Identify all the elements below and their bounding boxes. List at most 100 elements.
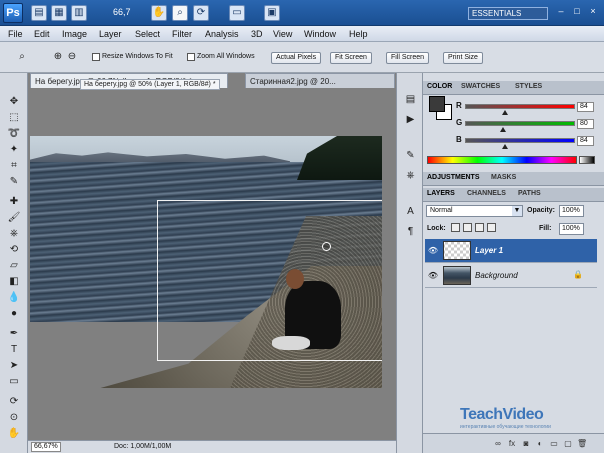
- tab-paths[interactable]: PATHS: [518, 190, 541, 197]
- healing-brush-tool-icon[interactable]: ✚: [6, 195, 22, 209]
- tab-layers[interactable]: LAYERS: [427, 190, 455, 197]
- lock-position-icon[interactable]: [475, 223, 484, 232]
- blue-slider-thumb[interactable]: [502, 144, 508, 149]
- menu-3d[interactable]: 3D: [251, 29, 263, 39]
- tab-channels[interactable]: CHANNELS: [467, 190, 506, 197]
- maximize-button[interactable]: □: [572, 6, 582, 16]
- character-panel-icon[interactable]: A: [403, 205, 418, 219]
- actual-pixels-button[interactable]: Actual Pixels: [271, 52, 322, 64]
- eye-icon[interactable]: 👁: [427, 270, 439, 282]
- status-zoom-field[interactable]: 66,67%: [31, 442, 61, 452]
- lock-all-icon[interactable]: [487, 223, 496, 232]
- menu-help[interactable]: Help: [349, 29, 368, 39]
- rotate-view-icon[interactable]: ⟳: [193, 5, 209, 21]
- delete-layer-icon[interactable]: 🗑: [577, 439, 587, 449]
- tab-color[interactable]: COLOR: [427, 83, 452, 90]
- brush-tool-icon[interactable]: 🖌: [6, 211, 22, 225]
- arrange-documents-icon[interactable]: ▭: [229, 5, 245, 21]
- menu-window[interactable]: Window: [304, 29, 336, 39]
- minimize-button[interactable]: –: [556, 6, 566, 16]
- screen-mode-icon[interactable]: ▣: [264, 5, 280, 21]
- clone-source-panel-icon[interactable]: ⎈: [403, 169, 418, 183]
- layer-style-icon[interactable]: fx: [507, 439, 517, 449]
- close-button[interactable]: ×: [588, 6, 598, 16]
- layer-row-layer-1[interactable]: 👁 Layer 1: [425, 239, 597, 263]
- pen-tool-icon[interactable]: ✒: [6, 327, 22, 341]
- zoom-all-windows-checkbox[interactable]: [187, 53, 195, 61]
- menu-layer[interactable]: Layer: [99, 29, 122, 39]
- menu-file[interactable]: File: [8, 29, 23, 39]
- foreground-color-swatch[interactable]: [429, 96, 445, 112]
- opacity-field[interactable]: 100%: [559, 205, 584, 217]
- lock-transparent-icon[interactable]: [451, 223, 460, 232]
- chevron-down-icon[interactable]: ▼: [512, 206, 522, 216]
- blend-mode-select[interactable]: Normal: [426, 205, 523, 217]
- eye-icon[interactable]: 👁: [427, 245, 439, 257]
- view-extras-icon[interactable]: ▥: [71, 5, 87, 21]
- zoom-tool-icon[interactable]: ⌕: [172, 5, 188, 21]
- dodge-tool-icon[interactable]: ●: [6, 307, 22, 321]
- lock-image-icon[interactable]: [463, 223, 472, 232]
- crop-tool-icon[interactable]: ⌗: [6, 159, 22, 173]
- blue-value-field[interactable]: 84: [577, 136, 594, 146]
- resize-windows-checkbox[interactable]: [92, 53, 100, 61]
- green-slider-thumb[interactable]: [500, 127, 506, 132]
- adjustment-layer-icon[interactable]: ◐: [535, 439, 545, 449]
- fill-screen-button[interactable]: Fill Screen: [386, 52, 430, 64]
- minibridge-icon[interactable]: ▦: [51, 5, 67, 21]
- new-layer-icon[interactable]: ▢: [563, 439, 573, 449]
- blur-tool-icon[interactable]: 💧: [6, 291, 22, 305]
- actions-panel-icon[interactable]: ▶: [403, 113, 418, 127]
- gradient-tool-icon[interactable]: ◧: [6, 275, 22, 289]
- move-tool-icon[interactable]: ✥: [6, 95, 22, 109]
- color-spectrum-bar[interactable]: [427, 156, 577, 164]
- image-canvas[interactable]: [30, 136, 382, 388]
- menu-select[interactable]: Select: [135, 29, 160, 39]
- workspace-switcher[interactable]: ESSENTIALS: [468, 7, 548, 20]
- type-tool-icon[interactable]: T: [6, 343, 22, 357]
- new-group-icon[interactable]: ▭: [549, 439, 559, 449]
- brush-panel-icon[interactable]: ✎: [403, 149, 418, 163]
- menu-edit[interactable]: Edit: [34, 29, 50, 39]
- menu-analysis[interactable]: Analysis: [205, 29, 239, 39]
- magic-wand-tool-icon[interactable]: ✦: [6, 143, 22, 157]
- eyedropper-tool-icon[interactable]: ✎: [6, 175, 22, 189]
- floating-document-title[interactable]: На берегу.jpg @ 50% (Layer 1, RGB/8#) *: [80, 79, 220, 90]
- tab-masks[interactable]: MASKS: [491, 174, 516, 181]
- green-value-field[interactable]: 80: [577, 119, 594, 129]
- fit-screen-button[interactable]: Fit Screen: [330, 52, 372, 64]
- link-layers-icon[interactable]: ∞: [493, 439, 503, 449]
- fill-field[interactable]: 100%: [559, 223, 584, 235]
- document-tab-second[interactable]: Старинная2.jpg @ 20...: [245, 73, 395, 88]
- print-size-button[interactable]: Print Size: [443, 52, 483, 64]
- layer-row-background[interactable]: 👁 Background 🔒: [425, 264, 597, 288]
- blue-slider[interactable]: [465, 138, 575, 143]
- menu-view[interactable]: View: [273, 29, 292, 39]
- status-doc-size[interactable]: Doc: 1,00M/1,00M: [114, 443, 171, 450]
- lasso-tool-icon[interactable]: ➰: [6, 127, 22, 141]
- history-brush-tool-icon[interactable]: ⟲: [6, 243, 22, 257]
- tab-adjustments[interactable]: ADJUSTMENTS: [427, 174, 480, 181]
- tab-styles[interactable]: STYLES: [515, 83, 542, 90]
- hand-tool-icon[interactable]: ✋: [6, 427, 22, 441]
- zoom-tool-preset-icon[interactable]: ⌕: [14, 50, 30, 64]
- clone-stamp-tool-icon[interactable]: ⎈: [6, 227, 22, 241]
- black-white-ramp[interactable]: [579, 156, 595, 164]
- 3d-rotate-tool-icon[interactable]: ⟳: [6, 395, 22, 409]
- red-slider-thumb[interactable]: [502, 110, 508, 115]
- add-mask-icon[interactable]: ◙: [521, 439, 531, 449]
- menu-image[interactable]: Image: [62, 29, 87, 39]
- red-slider[interactable]: [465, 104, 575, 109]
- 3d-orbit-tool-icon[interactable]: ⊙: [6, 411, 22, 425]
- shape-tool-icon[interactable]: ▭: [6, 375, 22, 389]
- menu-filter[interactable]: Filter: [172, 29, 192, 39]
- hand-tool-icon[interactable]: ✋: [151, 5, 167, 21]
- marquee-tool-icon[interactable]: ⬚: [6, 111, 22, 125]
- bridge-icon[interactable]: ▤: [31, 5, 47, 21]
- eraser-tool-icon[interactable]: ▱: [6, 259, 22, 273]
- zoom-level-field[interactable]: 66,7: [113, 7, 131, 17]
- history-panel-icon[interactable]: ▤: [403, 93, 418, 107]
- green-slider[interactable]: [465, 121, 575, 126]
- zoom-out-icon[interactable]: ⊖: [64, 50, 80, 64]
- paragraph-panel-icon[interactable]: ¶: [403, 225, 418, 239]
